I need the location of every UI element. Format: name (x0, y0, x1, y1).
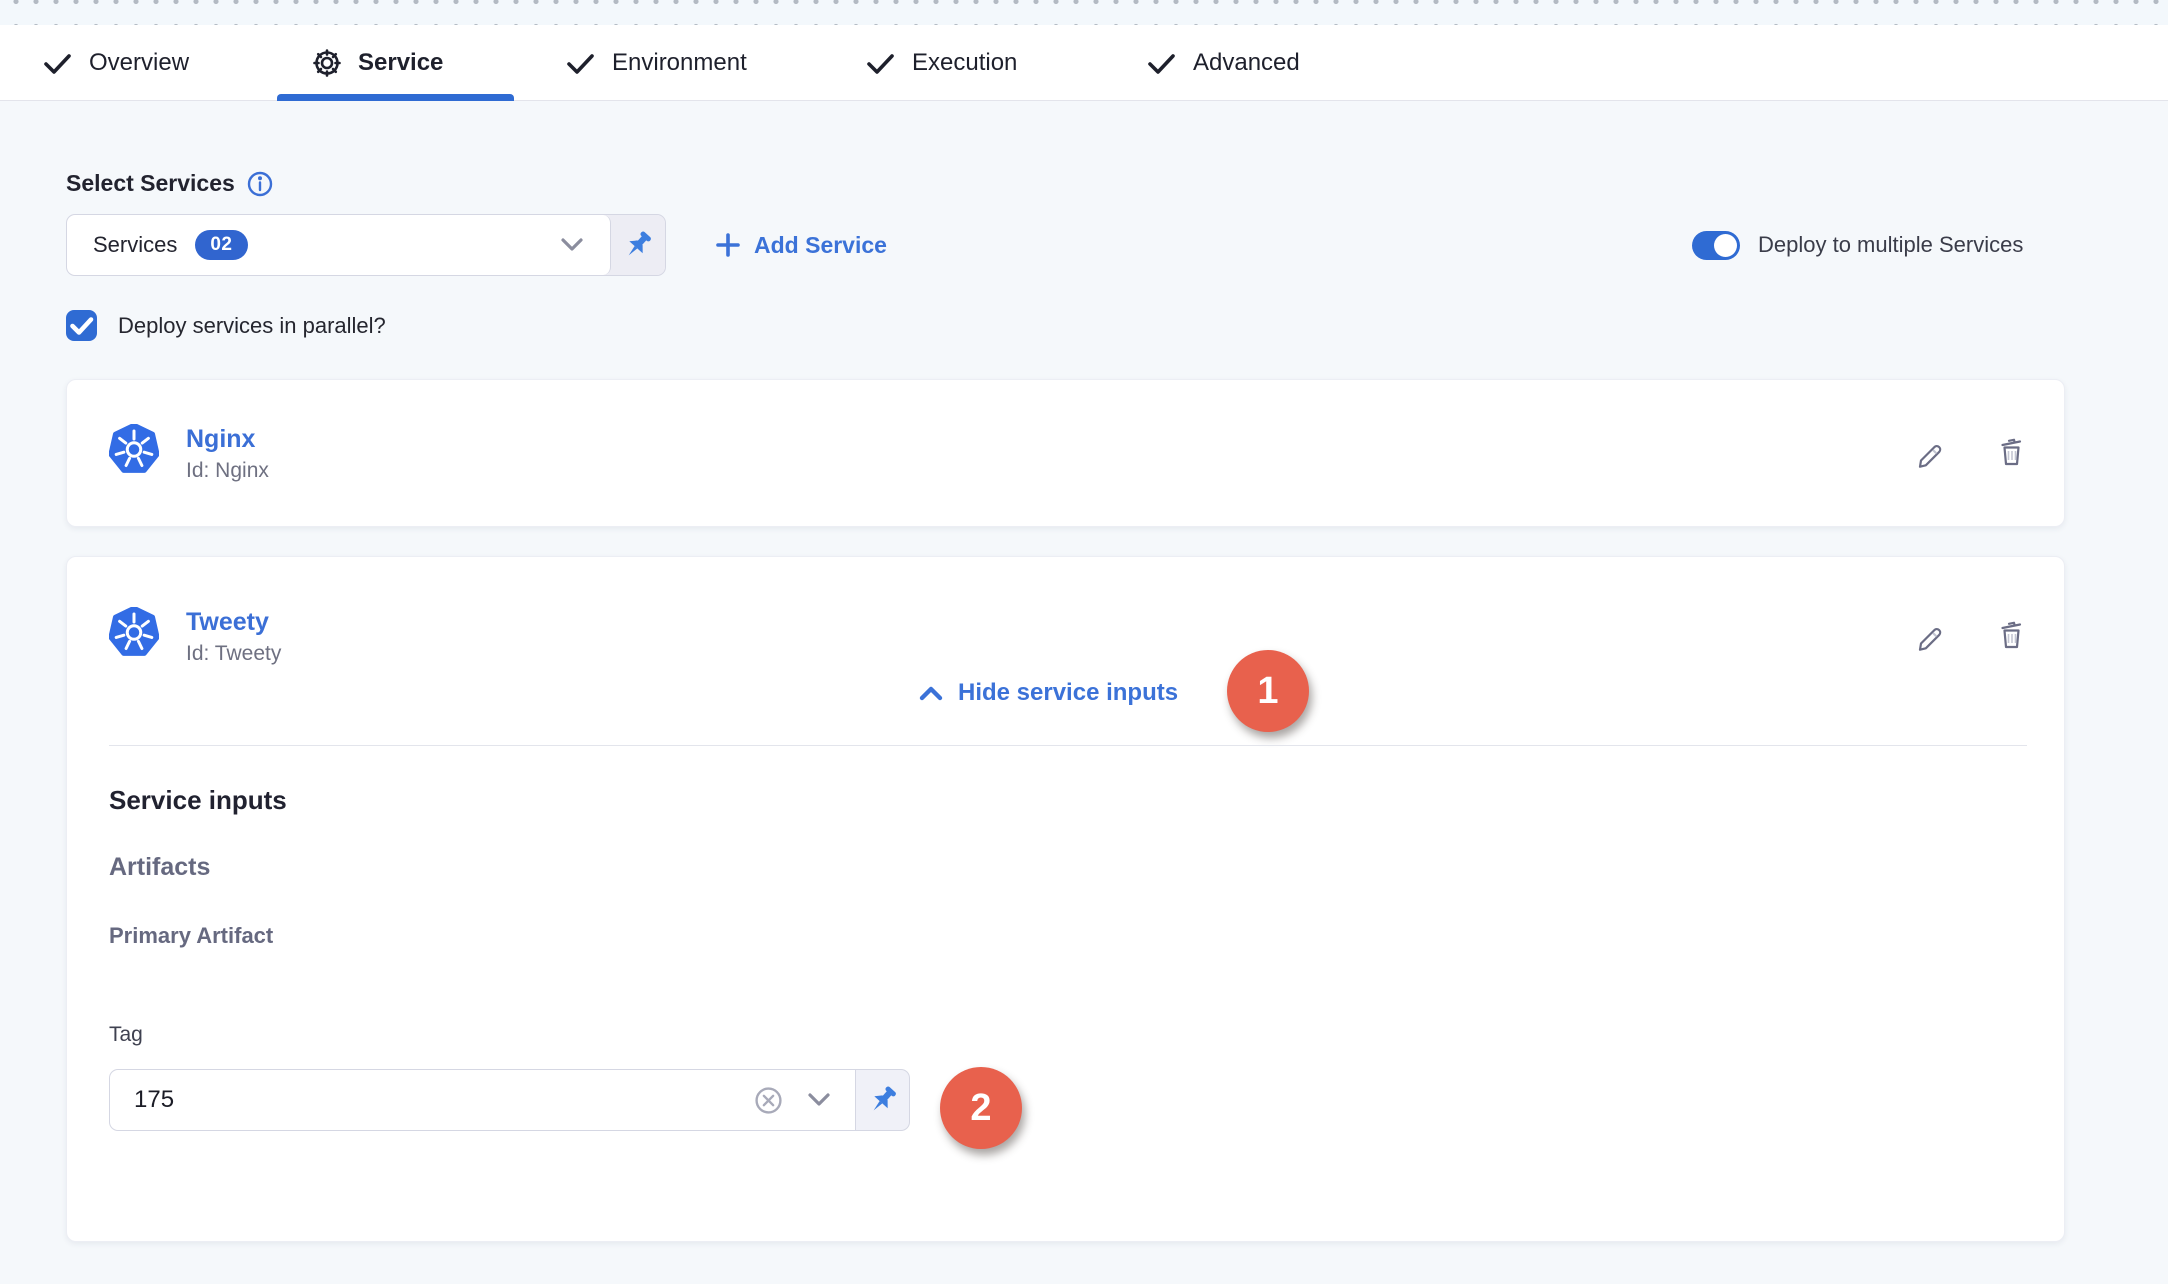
parallel-checkbox-row: Deploy services in parallel? (66, 310, 386, 341)
tag-label: Tag (109, 1023, 143, 1047)
kubernetes-icon (109, 607, 159, 670)
edit-service-icon[interactable] (1913, 617, 1945, 649)
services-dropdown-value-area[interactable]: Services 02 (67, 215, 611, 275)
service-inputs-title: Service inputs (109, 785, 287, 816)
gear-icon (311, 47, 343, 79)
pin-icon (867, 1084, 899, 1116)
service-actions (1913, 617, 2027, 649)
add-service-button[interactable]: Add Service (714, 214, 887, 276)
service-header: Nginx Id: Nginx (109, 424, 269, 487)
artifacts-heading: Artifacts (109, 853, 210, 882)
deploy-multiple-toggle[interactable] (1692, 231, 1740, 260)
tab-label: Environment (612, 49, 747, 77)
kubernetes-icon (109, 424, 159, 487)
select-services-text: Select Services (66, 170, 235, 197)
hide-service-inputs-label: Hide service inputs (958, 679, 1178, 707)
tab-advanced[interactable]: Advanced (1145, 25, 1300, 101)
edit-service-icon[interactable] (1913, 434, 1945, 466)
service-actions (1913, 434, 2027, 466)
service-name-link[interactable]: Tweety (186, 607, 281, 638)
check-icon (41, 47, 74, 80)
service-card-tweety: Tweety Id: Tweety Hide service inputs 1 … (66, 556, 2065, 1242)
delete-service-icon[interactable] (1995, 617, 2027, 649)
tag-field (109, 1069, 910, 1131)
select-services-label: Select Services (66, 170, 273, 197)
pin-icon (622, 229, 654, 261)
deploy-multiple-toggle-row: Deploy to multiple Services (1692, 214, 2023, 276)
primary-artifact-heading: Primary Artifact (109, 923, 273, 949)
toggle-knob (1714, 234, 1737, 257)
delete-service-icon[interactable] (1995, 434, 2027, 466)
caret-up-icon (916, 681, 946, 706)
tag-pin-runtime-input-button[interactable] (856, 1069, 910, 1131)
check-icon (1145, 47, 1178, 80)
check-icon (864, 47, 897, 80)
tag-input-wrap (109, 1069, 856, 1131)
service-card-nginx: Nginx Id: Nginx (66, 379, 2065, 527)
tab-execution[interactable]: Execution (864, 25, 1017, 101)
tag-input[interactable] (110, 1071, 754, 1129)
callout-badge-1: 1 (1227, 650, 1309, 732)
active-tab-underline (277, 94, 514, 101)
parallel-checkbox-label: Deploy services in parallel? (118, 313, 386, 339)
chevron-down-icon[interactable] (556, 229, 588, 261)
services-dropdown-value: Services (93, 232, 177, 258)
tab-label: Overview (89, 49, 189, 77)
services-count-badge: 02 (195, 230, 247, 260)
pin-runtime-input-button[interactable] (611, 215, 665, 275)
plus-icon (714, 231, 742, 259)
tab-label: Advanced (1193, 49, 1300, 77)
chevron-down-icon[interactable] (803, 1084, 835, 1116)
tab-service[interactable]: Service (311, 25, 443, 101)
checkbox-check-icon (66, 310, 97, 341)
service-id: Id: Nginx (186, 455, 269, 487)
check-icon (564, 47, 597, 80)
stage-tabbar: Overview Service Environment Execution A… (0, 25, 2168, 101)
callout-badge-2: 2 (940, 1067, 1022, 1149)
service-header: Tweety Id: Tweety (109, 607, 281, 670)
info-icon[interactable] (247, 171, 273, 197)
tab-label: Execution (912, 49, 1017, 77)
hide-service-inputs-link[interactable]: Hide service inputs (916, 679, 1178, 707)
tab-environment[interactable]: Environment (564, 25, 747, 101)
service-name-link[interactable]: Nginx (186, 424, 269, 455)
deploy-multiple-label: Deploy to multiple Services (1758, 232, 2023, 258)
service-id: Id: Tweety (186, 638, 281, 670)
section-divider (109, 745, 2027, 746)
dotted-top-strip (0, 0, 2168, 25)
add-service-label: Add Service (754, 232, 887, 259)
parallel-checkbox[interactable] (66, 310, 97, 341)
tab-label: Service (358, 49, 443, 77)
tab-overview[interactable]: Overview (41, 25, 189, 101)
services-dropdown[interactable]: Services 02 (66, 214, 666, 276)
clear-icon[interactable] (754, 1086, 783, 1115)
